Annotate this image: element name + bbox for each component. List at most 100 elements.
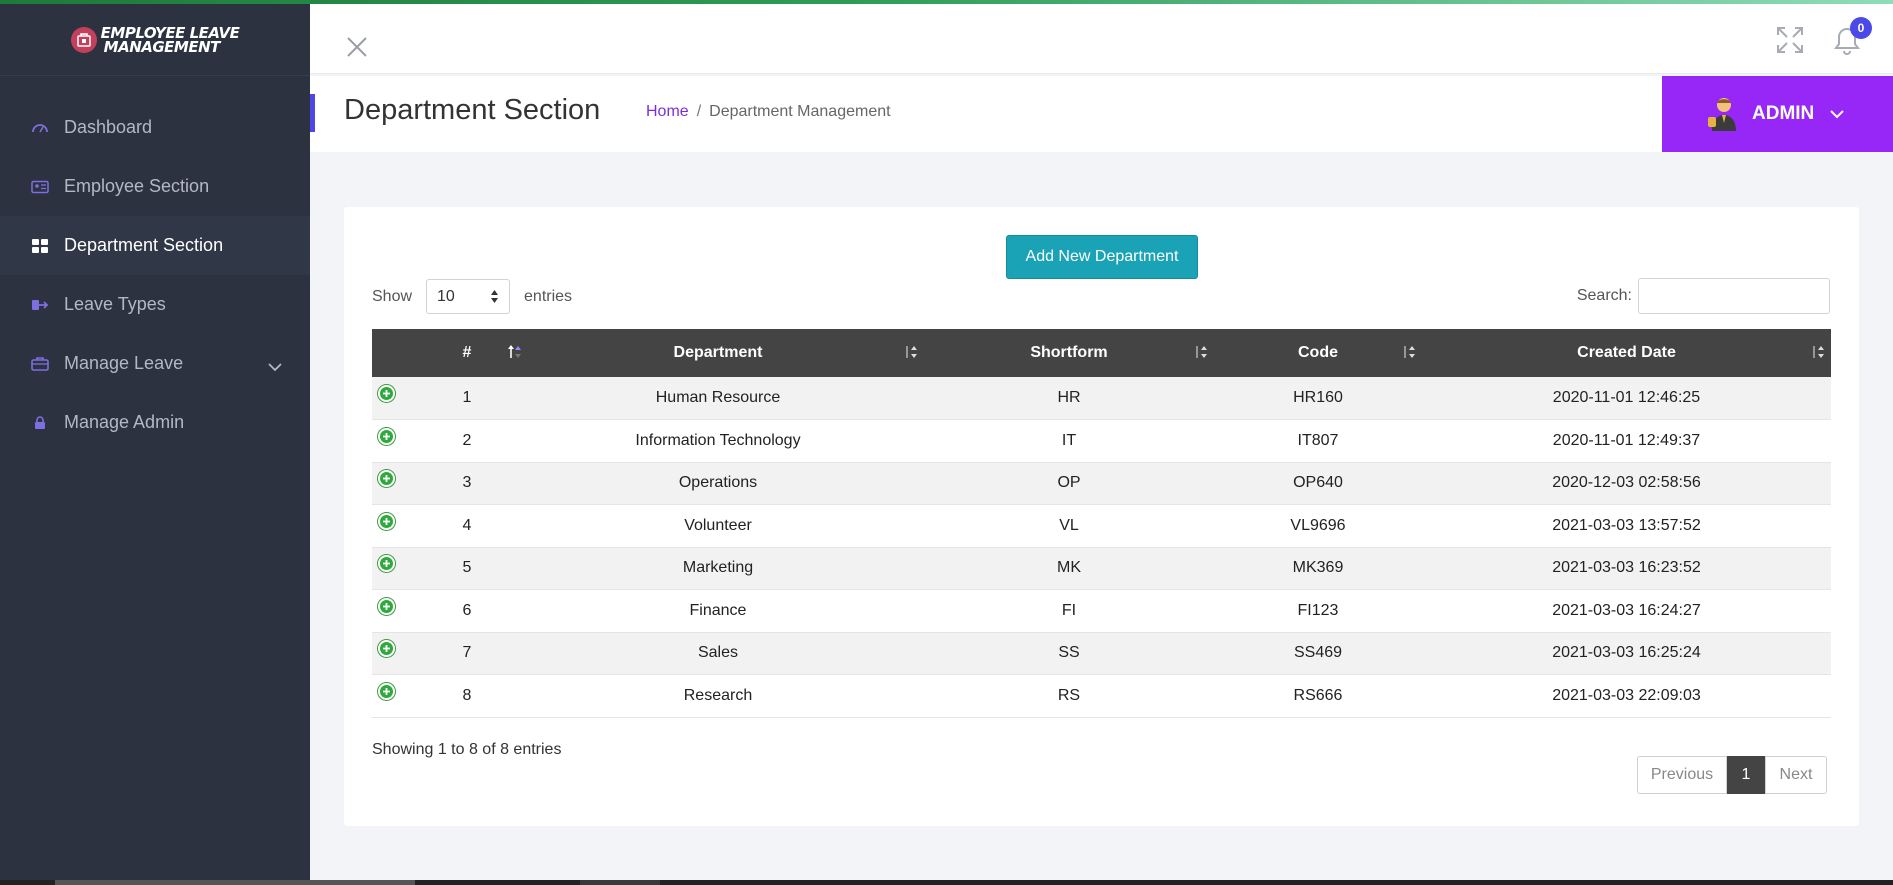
expand-row-plus-icon[interactable] [378,470,395,488]
cell-number: 2 [462,431,472,449]
cell-number: 3 [462,474,472,492]
select-arrows-icon [490,289,499,309]
table-row[interactable]: 2 Information Technology IT IT807 2020-11-01… [372,419,1831,463]
expand-row-plus-icon[interactable] [378,385,395,402]
cell-created-date: 2021-03-03 16:24:27 [1552,601,1701,619]
column-header-created-date[interactable]: Created Date [1422,329,1831,377]
entries-label: entries [524,287,573,305]
row-control-cell [372,547,422,590]
department-table: # Department Shortform Code Created Date… [372,329,1831,718]
sidebar-item-manage-admin[interactable]: Manage Admin [0,393,310,452]
sidebar-item-employee-section[interactable]: Employee Section [0,157,310,216]
close-icon[interactable] [344,34,370,60]
table-row[interactable]: 8 Research RS RS666 2021-03-03 22:09:03 [372,674,1831,718]
breadcrumb-separator: / [696,103,702,120]
fullscreen-icon[interactable] [1775,25,1805,55]
cell-code: OP640 [1293,474,1343,492]
add-department-button[interactable]: Add New Department [1006,235,1198,279]
cell-created-date: 2020-11-01 12:46:25 [1552,389,1701,406]
expand-row-plus-icon[interactable] [378,512,395,530]
table-row[interactable]: 7 Sales SS SS469 2021-03-03 16:25:24 [372,632,1831,675]
cell-shortform: HR [1057,389,1081,406]
previous-page-button[interactable]: Previous [1637,756,1727,794]
id-card-icon [30,179,50,195]
sidebar-item-label: Leave Types [64,294,166,314]
lock-icon [30,415,50,431]
sidebar-item-label: Employee Section [64,176,210,196]
sidebar-item-leave-types[interactable]: Leave Types [0,275,310,334]
top-accent-line [0,0,1893,4]
show-label: Show [372,287,413,305]
table-row[interactable]: 5 Marketing MK MK369 2021-03-03 16:23:52 [372,547,1831,590]
column-header-department[interactable]: Department [512,329,924,377]
sidebar: Employee Leave Management Dashboard Empl… [0,4,310,885]
cell-code: RS666 [1293,686,1343,704]
row-control-cell [372,675,422,718]
page-length-value: 10 [437,287,455,305]
cell-code: HR160 [1293,389,1343,406]
cell-department: Information Technology [635,431,801,449]
bottom-scroll-strip [0,880,1893,885]
dashboard-icon [30,120,50,136]
notification-count-badge: 0 [1850,17,1872,39]
search-input[interactable] [1638,278,1830,314]
table-body: 1 Human Resource HR HR160 2020-11-01 12:46:2… [372,377,1831,717]
cell-department: Sales [697,644,739,662]
row-control-cell [372,420,422,463]
table-row[interactable]: 1 Human Resource HR HR160 2020-11-01 12:46:2… [372,377,1831,420]
brand[interactable]: Employee Leave Management [0,4,310,76]
row-control-cell [372,462,422,505]
next-page-button[interactable]: Next [1765,756,1827,794]
sort-icon [1811,344,1825,365]
title-bar: Department Section Home / Department Man… [310,76,1893,152]
breadcrumb-home-link[interactable]: Home [646,103,689,121]
sidebar-item-dashboard[interactable]: Dashboard [0,98,310,157]
table-row[interactable]: 3 Operations OP OP640 2020-12-03 02:58:56 [372,462,1831,505]
control-column-header [372,329,422,377]
column-header-code[interactable]: Code [1214,329,1422,377]
expand-row-plus-icon[interactable] [378,427,395,445]
admin-avatar-icon [1708,95,1740,133]
sort-icon [1194,344,1208,365]
cell-department: Volunteer [684,516,752,534]
cell-department: Research [683,686,753,704]
cell-number: 8 [462,686,472,704]
sidebar-item-department-section[interactable]: Department Section [0,216,310,275]
page-1-button[interactable]: 1 [1727,756,1765,794]
column-header-number[interactable]: # [422,329,521,377]
brand-text: Employee Leave Management [100,23,240,56]
row-control-cell [372,590,422,633]
user-name: ADMIN [1752,103,1815,124]
page-length-select[interactable]: 10 [426,279,511,314]
user-menu-button[interactable]: ADMIN [1662,76,1893,152]
table-row[interactable]: 4 Volunteer VL VL9696 2021-03-03 13:57:52 [372,504,1831,548]
scrollbar-segment [580,880,660,885]
cell-created-date: 2021-03-03 16:23:52 [1552,559,1701,577]
row-control-cell [372,377,422,420]
cell-number: 1 [462,389,472,406]
table-row[interactable]: 6 Finance FI FI123 2021-03-03 16:24:27 [372,589,1831,633]
cell-created-date: 2020-12-03 02:58:56 [1552,474,1701,492]
cell-department: Finance [689,601,747,619]
cell-code: MK369 [1292,559,1344,577]
scrollbar-thumb[interactable] [55,880,415,885]
column-header-shortform[interactable]: Shortform [924,329,1214,377]
cell-shortform: SS [1058,644,1080,662]
row-control-cell [372,505,422,548]
sort-icon [1402,344,1416,365]
sort-icon [904,344,918,365]
breadcrumb-current: Department Management [709,103,891,120]
cell-number: 6 [462,601,472,619]
expand-row-plus-icon[interactable] [378,597,395,615]
cell-code: SS469 [1293,644,1343,662]
expand-row-plus-icon[interactable] [378,555,395,573]
table-header-row: # Department Shortform Code Created Date [372,329,1831,377]
cell-code: FI123 [1297,601,1339,619]
cell-number: 7 [462,644,472,662]
expand-row-plus-icon[interactable] [378,640,395,658]
expand-row-plus-icon[interactable] [378,682,395,700]
sidebar-item-manage-leave[interactable]: Manage Leave [0,334,310,393]
chevron-down-icon [268,356,282,377]
sign-out-icon [30,297,50,313]
cell-code: IT807 [1297,431,1339,449]
